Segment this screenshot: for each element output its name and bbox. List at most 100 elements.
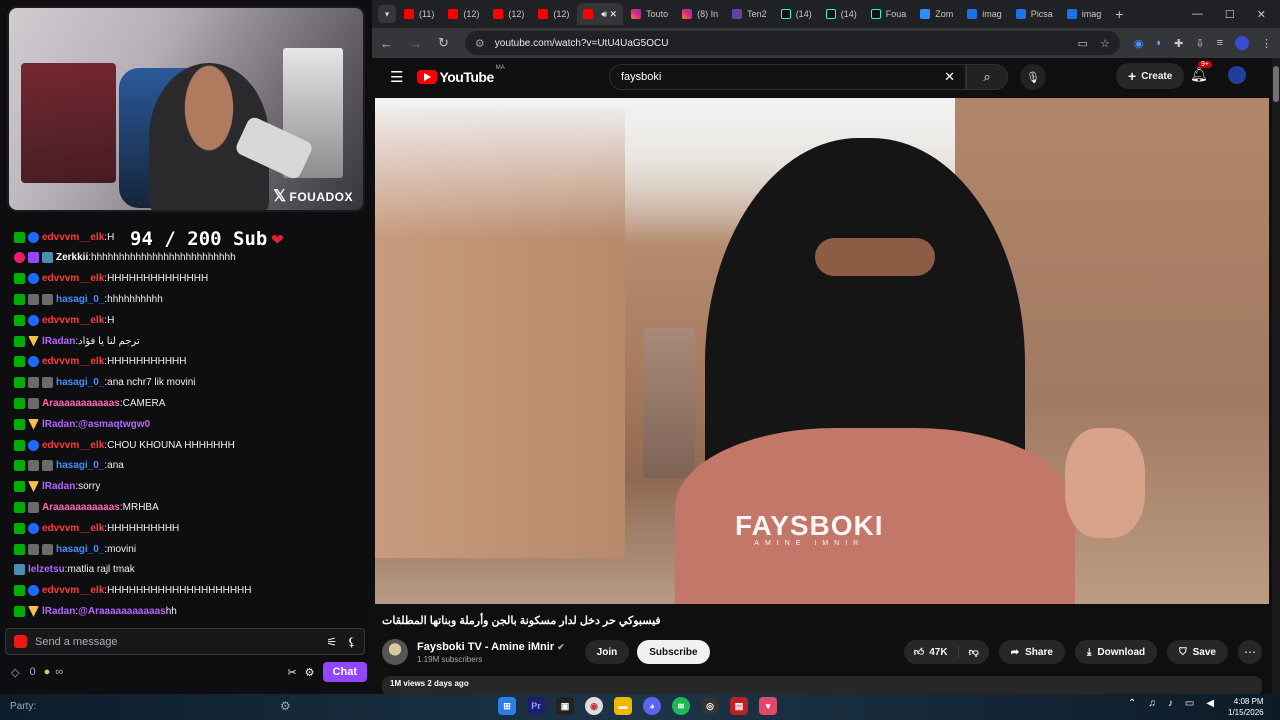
chat-badge-blue-icon[interactable] [28, 314, 39, 326]
voice-search-mic-icon[interactable]: 🎙︎ [1020, 64, 1046, 90]
settings-gear-icon[interactable]: ⚙ [305, 666, 315, 679]
emote-picker-icon[interactable]: ⚸ [347, 635, 356, 649]
app-red-icon[interactable]: ▤ [730, 697, 748, 715]
chat-username[interactable]: hasagi_0_ [56, 460, 104, 471]
chat-badge-gray-icon[interactable] [42, 460, 53, 472]
account-avatar[interactable] [1228, 66, 1246, 84]
new-tab-plus-icon[interactable]: + [1115, 6, 1123, 22]
tool-icon[interactable]: ✂ [287, 666, 296, 679]
chat-username[interactable]: lelzetsu [28, 564, 65, 575]
share-button[interactable]: ➦ Share [998, 640, 1065, 664]
start-windows-icon[interactable]: ⊞ [498, 697, 516, 715]
save-button[interactable]: ⛉ Save [1167, 640, 1228, 664]
browser-tab[interactable]: 🔊︎ ✕ [577, 3, 624, 25]
chat-username[interactable]: Araaaaaaaaaaas [42, 398, 120, 409]
browser-tab[interactable]: (14) [775, 3, 818, 25]
maximize-icon[interactable]: ☐ [1225, 8, 1235, 21]
chat-badge-blue-icon[interactable] [28, 522, 39, 534]
chat-badge-mod-icon[interactable] [14, 314, 25, 326]
browser-tab[interactable]: (12) [487, 3, 530, 25]
chat-badge-gold-icon[interactable] [28, 335, 39, 347]
camera-icon[interactable] [14, 635, 27, 648]
like-button[interactable]: 👍︎ 47K [904, 646, 959, 658]
chat-badge-mod-icon[interactable] [14, 481, 25, 493]
download-button[interactable]: ⤓ Download [1074, 640, 1158, 664]
page-scrollbar[interactable] [1272, 58, 1280, 694]
tab-search-chevron-icon[interactable]: ▾ [378, 5, 396, 23]
chat-badge-mod-icon[interactable] [14, 439, 25, 451]
chat-username[interactable]: edvvvm__elk [42, 315, 104, 326]
chat-badge-blue-icon[interactable] [28, 439, 39, 451]
chat-username[interactable]: hasagi_0_ [56, 294, 104, 305]
chat-badge-mod-icon[interactable] [14, 377, 25, 389]
scrollbar-thumb[interactable] [1273, 66, 1279, 102]
chat-badge-mod-icon[interactable] [14, 522, 25, 534]
chat-badge-mod-icon[interactable] [14, 335, 25, 347]
chat-badge-gray-icon[interactable] [28, 293, 39, 305]
app-pink-icon[interactable]: ♥ [759, 697, 777, 715]
chat-badge-gray-icon[interactable] [28, 501, 39, 513]
channel-name[interactable]: Faysboki TV - Amine iMnir [417, 641, 554, 653]
forward-arrow-icon[interactable]: → [409, 36, 422, 51]
chat-username[interactable]: edvvvm__elk [42, 523, 104, 534]
chat-badge-gray-icon[interactable] [28, 377, 39, 389]
volume-icon[interactable]: ◀ [1206, 698, 1214, 709]
browser-tab[interactable]: (12) [532, 3, 575, 25]
chat-username[interactable]: lRadan [42, 606, 75, 617]
notifications-bell-icon[interactable]: 🔔︎ 9+ [1190, 61, 1212, 83]
chat-badge-mod-icon[interactable] [14, 273, 25, 285]
subscribe-button[interactable]: Subscribe [637, 640, 710, 664]
chat-username[interactable]: edvvvm__elk [42, 273, 104, 284]
tab-audio-close-icon[interactable]: 🔊︎ ✕ [601, 9, 617, 20]
create-button[interactable]: + Create [1116, 63, 1185, 89]
browser-tab[interactable]: Zom [914, 3, 959, 25]
discord-icon[interactable]: ◕ [643, 697, 661, 715]
clock[interactable]: 4:08 PM 1/15/2026 [1228, 696, 1264, 718]
chat-badge-purple-icon[interactable] [28, 252, 39, 264]
send-message-field[interactable]: Send a message ⚟ ⚸ [5, 628, 365, 655]
chat-username[interactable]: lRadan [42, 419, 75, 430]
browser-tab[interactable]: imag [1061, 3, 1108, 25]
extension-translate-icon[interactable]: ◗ [1155, 37, 1162, 49]
more-actions-icon[interactable]: ⋯ [1238, 640, 1262, 664]
extensions-puzzle-icon[interactable]: ✚ [1174, 37, 1183, 50]
close-window-icon[interactable]: ✕ [1257, 8, 1266, 21]
chat-username[interactable]: Araaaaaaaaaaas [42, 502, 120, 513]
chat-badge-mod-icon[interactable] [14, 501, 25, 513]
minimize-icon[interactable]: — [1192, 8, 1203, 21]
tray-chevron-icon[interactable]: ⌃ [1128, 698, 1136, 709]
chat-mention[interactable]: @Araaaaaaaaaaas [78, 606, 166, 617]
chat-badge-gray-icon[interactable] [42, 543, 53, 555]
clear-search-icon[interactable]: ✕ [944, 69, 955, 85]
chat-username[interactable]: hasagi_0_ [56, 544, 104, 555]
extension-shield-icon[interactable]: ◉ [1134, 37, 1144, 50]
chat-badge-mod-icon[interactable] [14, 585, 25, 597]
obs-icon[interactable]: ◎ [701, 697, 719, 715]
chat-badge-teal-icon[interactable] [42, 252, 53, 264]
chat-badge-gray-icon[interactable] [28, 460, 39, 472]
browser-tab[interactable]: (14) [820, 3, 863, 25]
chat-badge-mod-icon[interactable] [14, 460, 25, 472]
chat-badge-gold-icon[interactable] [28, 418, 39, 430]
youtube-logo[interactable]: YouTube MA [417, 65, 505, 85]
chat-badge-blue-icon[interactable] [28, 273, 39, 285]
chat-badge-gray-icon[interactable] [28, 543, 39, 555]
search-input[interactable]: faysboki ✕ [609, 64, 966, 90]
chat-badge-blue-icon[interactable] [28, 356, 39, 368]
chat-badge-mod-icon[interactable] [14, 397, 25, 409]
headset-icon[interactable]: ♫ [1148, 698, 1156, 709]
chrome-icon[interactable]: ◉ [585, 697, 603, 715]
chat-badge-mod-icon[interactable] [14, 293, 25, 305]
back-arrow-icon[interactable]: ← [380, 36, 393, 51]
party-settings-icon[interactable]: ⚙ [280, 699, 291, 713]
chat-badge-pink-icon[interactable] [14, 252, 25, 264]
browser-tab[interactable]: (12) [442, 3, 485, 25]
site-info-icon[interactable]: ⚙ [475, 37, 485, 50]
chat-badge-blue-icon[interactable] [28, 231, 39, 243]
network-icon[interactable]: ▭ [1185, 698, 1194, 709]
browser-tab[interactable]: (8) In [676, 3, 724, 25]
chat-badge-gold-icon[interactable] [28, 605, 39, 617]
browser-tab[interactable]: Picsa [1010, 3, 1059, 25]
profile-avatar[interactable] [1235, 36, 1249, 50]
capcut-icon[interactable]: ▣ [556, 697, 574, 715]
